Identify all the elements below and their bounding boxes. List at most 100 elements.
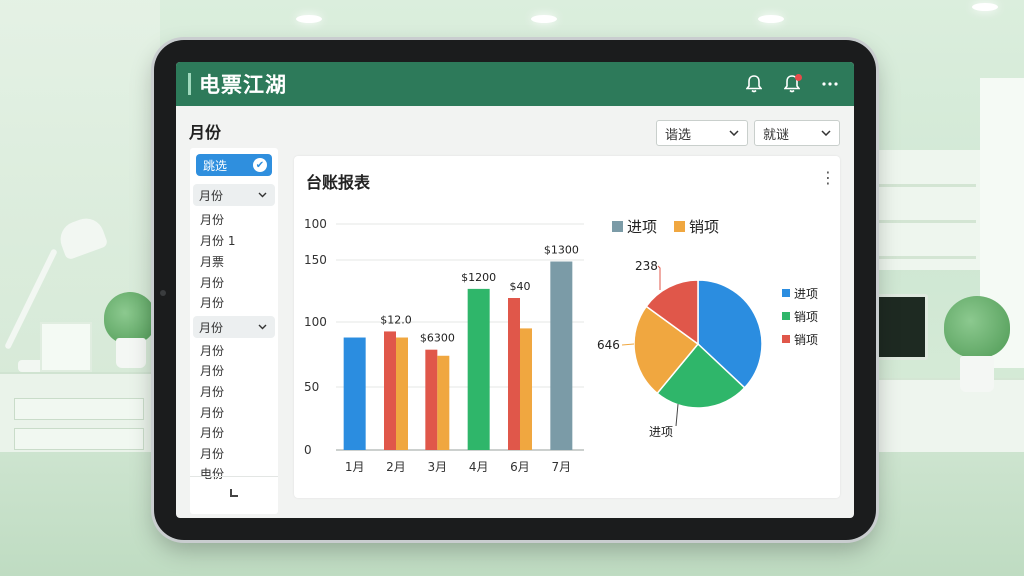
bg-drawer — [14, 428, 144, 450]
y-tick-label: 100 — [304, 315, 327, 329]
sidebar-group-1-label: 月份 — [199, 188, 224, 203]
header-icons — [744, 62, 840, 106]
legend-swatch — [782, 312, 790, 320]
bar-data-label: $1200 — [461, 271, 496, 284]
bar — [384, 331, 396, 450]
bar-chart: 100 150 100 50 0 1月 2月 3月 4月 6月 7月 $12.0 $6300 $1200 $… — [304, 217, 584, 474]
x-tick-label: 3月 — [428, 460, 448, 474]
callout-line — [657, 265, 661, 290]
tablet-screen: 电票江湖 月份 谐选 就谜 跳选 ✔ 月份 月份 月份 1 月票 月份 月份 月… — [176, 62, 854, 518]
chevron-down-icon — [821, 130, 831, 136]
collapse-icon[interactable] — [230, 489, 238, 497]
bar — [520, 328, 532, 450]
sidebar-item[interactable]: 月份 — [200, 383, 224, 400]
bell-icon[interactable] — [744, 74, 764, 94]
bar-data-label: $1300 — [544, 244, 579, 257]
sidebar-item[interactable]: 月份 — [200, 445, 224, 462]
sidebar-item-active[interactable]: 跳选 ✔ — [196, 154, 272, 176]
report-card: 台账报表 ⋮ 100 150 100 50 0 1月 2月 3月 4月 6月 7月 $12.0 $630… — [294, 156, 840, 498]
sidebar-item[interactable]: 月份 — [200, 211, 224, 228]
app-title: 电票江湖 — [199, 73, 287, 97]
bg-plant — [104, 292, 156, 344]
report-charts: 100 150 100 50 0 1月 2月 3月 4月 6月 7月 $12.0 $6300 $1200 $… — [304, 217, 818, 474]
more-icon[interactable] — [820, 74, 840, 94]
ceiling-light — [531, 15, 557, 23]
ceiling-light — [972, 3, 998, 11]
bar — [396, 337, 408, 450]
sidebar-item[interactable]: 月份 — [200, 274, 224, 291]
bg-drawer — [14, 398, 144, 420]
y-tick-label: 50 — [304, 380, 319, 394]
bg-monitor — [876, 294, 928, 360]
bg-desk-left — [0, 372, 165, 462]
legend-label: 销项 — [794, 333, 818, 347]
legend-swatch — [612, 221, 623, 232]
bg-shelf-line — [876, 184, 976, 187]
bg-shelf-line — [876, 220, 976, 223]
bar — [550, 261, 573, 450]
bar — [467, 288, 490, 450]
filter-select-2[interactable]: 就谜 — [754, 120, 840, 146]
pie-chart: 进项 销项238646进项进项销项销项 — [597, 218, 818, 439]
filter-select-1[interactable]: 谐选 — [656, 120, 748, 146]
sidebar-item[interactable]: 月份 — [200, 424, 224, 441]
sidebar-item[interactable]: 月份 1 — [200, 232, 235, 249]
callout-line — [621, 343, 635, 346]
x-tick-label: 7月 — [552, 460, 572, 474]
x-tick-label: 4月 — [469, 460, 489, 474]
legend-swatch — [674, 221, 685, 232]
chevron-down-icon — [258, 192, 267, 198]
legend-label: 进项 — [627, 218, 657, 236]
callout-label: 238 — [635, 259, 658, 273]
ceiling-light — [296, 15, 322, 23]
y-tick-label: 150 — [304, 253, 327, 267]
bg-shelf-line — [876, 256, 976, 259]
callout-line — [675, 403, 679, 427]
chevron-down-icon — [258, 324, 267, 330]
sidebar-group-2-label: 月份 — [199, 320, 224, 335]
bar-data-label: $6300 — [420, 332, 455, 345]
chevron-down-icon — [729, 130, 739, 136]
bar-data-label: $12.0 — [380, 313, 412, 326]
x-tick-label: 6月 — [510, 460, 530, 474]
legend-swatch — [782, 335, 790, 343]
legend-label: 销项 — [689, 218, 719, 236]
notification-bell-icon[interactable] — [782, 74, 802, 94]
bar — [425, 349, 438, 450]
x-tick-label: 1月 — [345, 460, 365, 474]
y-tick-label: 0 — [304, 443, 312, 457]
legend-label: 销项 — [794, 310, 818, 324]
callout-label: 646 — [597, 338, 620, 352]
bar — [343, 337, 366, 450]
filter-select-2-label: 就谜 — [763, 127, 790, 143]
tablet-camera — [160, 290, 166, 296]
sidebar-item[interactable]: 月份 — [200, 294, 224, 311]
legend-label: 进项 — [794, 287, 818, 301]
bg-plant-pot — [960, 356, 994, 392]
notification-badge — [795, 74, 802, 81]
legend-swatch — [782, 289, 790, 297]
filter-select-1-label: 谐选 — [665, 127, 692, 143]
sidebar-item-active-label: 跳选 — [203, 158, 228, 173]
sidebar-item[interactable]: 月票 — [200, 253, 224, 270]
sidebar-footer — [190, 476, 278, 514]
sidebar-item[interactable]: 月份 — [200, 342, 224, 359]
check-icon: ✔ — [253, 158, 267, 172]
bg-plant-pot — [116, 338, 146, 368]
y-tick-label: 100 — [304, 217, 327, 231]
sidebar-group-2[interactable]: 月份 — [193, 316, 275, 338]
ceiling-light — [758, 15, 784, 23]
bar-data-label: $40 — [510, 280, 531, 293]
bg-picture-frame — [40, 322, 92, 372]
bar — [508, 298, 520, 450]
sidebar-item[interactable]: 月份 — [200, 404, 224, 421]
sidebar: 跳选 ✔ 月份 月份 月份 1 月票 月份 月份 月份 月份 月份 月份 月份 … — [190, 148, 278, 514]
sidebar-item[interactable]: 月份 — [200, 362, 224, 379]
callout-label: 进项 — [649, 425, 673, 439]
app-header: 电票江湖 — [176, 62, 854, 106]
page-title: 月份 — [189, 123, 222, 142]
sidebar-group-1[interactable]: 月份 — [193, 184, 275, 206]
bar — [437, 355, 450, 450]
x-tick-label: 2月 — [386, 460, 406, 474]
bg-plant — [944, 296, 1010, 358]
